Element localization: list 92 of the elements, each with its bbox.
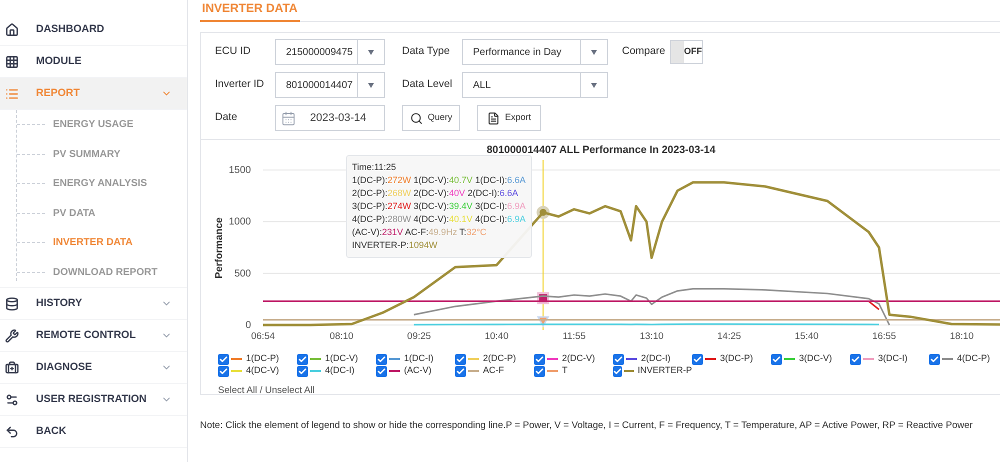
- tick-label: 11:55: [562, 331, 586, 342]
- legend-label[interactable]: 3(DC-P): [720, 352, 753, 366]
- tooltip-text: 1(DC-P):272W 1(DC-V):40.7V 1(DC-I):6.6A: [352, 174, 526, 187]
- tooltip-text: (AC-V):231V AC-F:49.9Hz T:32°C: [352, 226, 488, 239]
- dropdown-arrow-icon: [591, 82, 597, 88]
- tick-label: 18:10: [950, 331, 974, 342]
- tick-label: 15:40: [794, 331, 819, 342]
- legend-checkbox[interactable]: [376, 366, 387, 376]
- calendar-icon: [281, 110, 296, 126]
- field-label: ECU ID: [215, 44, 252, 60]
- legend-label[interactable]: 4(DC-V): [246, 364, 279, 378]
- legend-checkbox[interactable]: [218, 354, 229, 364]
- dropdown-arrow-icon: [368, 50, 374, 54]
- tick-label: 14:25: [717, 331, 742, 342]
- medical-case-icon: [5, 360, 19, 374]
- legend-label[interactable]: 4(DC-P): [957, 352, 990, 366]
- data-point-marker: [536, 316, 550, 328]
- legend-label[interactable]: INVERTER-P: [638, 364, 692, 378]
- database-icon: [5, 296, 19, 310]
- document-icon: [486, 112, 500, 124]
- tick-label: 08:10: [330, 331, 354, 342]
- dropdown-field[interactable]: 801000014407: [275, 72, 385, 98]
- tick-label: 13:10: [640, 331, 664, 342]
- legend-checkbox[interactable]: [692, 354, 703, 364]
- tick-label: 500: [234, 268, 251, 280]
- dropdown-value: 215000009475: [285, 46, 354, 60]
- legend-label[interactable]: 4(DC-I): [325, 364, 354, 378]
- legend-checkbox[interactable]: [376, 354, 387, 364]
- tooltip-text: Time:11:25: [352, 161, 398, 174]
- tooltip-text: INVERTER-P:1094W: [352, 239, 438, 252]
- axis-title: Performance: [214, 217, 225, 279]
- legend-checkbox[interactable]: [850, 354, 861, 364]
- dropdown-arrow-icon: [591, 50, 597, 54]
- legend-checkbox[interactable]: [455, 354, 466, 364]
- field-label: Data Level: [402, 77, 454, 92]
- tick-label: 0: [245, 320, 251, 331]
- field-label: Date: [215, 110, 238, 126]
- legend-label[interactable]: 1(DC-V): [325, 352, 358, 366]
- tick-label: 06:54: [251, 331, 275, 342]
- grid-icon: [5, 54, 19, 68]
- field-label: Inverter ID: [215, 77, 266, 92]
- dropdown-value: ALL: [472, 78, 492, 92]
- dropdown-arrow-icon: [368, 82, 374, 88]
- legend-label[interactable]: 2(DC-V): [562, 352, 595, 366]
- legend-checkbox[interactable]: [534, 366, 545, 376]
- legend-checkbox[interactable]: [613, 354, 624, 364]
- tick-label: 16:55: [872, 331, 896, 342]
- legend-checkbox[interactable]: [297, 366, 308, 376]
- legend-checkbox[interactable]: [455, 366, 466, 376]
- legend-checkbox[interactable]: [929, 354, 940, 364]
- field-label: Data Type: [402, 44, 451, 60]
- dropdown-field[interactable]: 215000009475: [275, 39, 385, 65]
- search-icon: [410, 112, 423, 124]
- home-icon: [5, 22, 19, 36]
- date-field[interactable]: 2023-03-14: [275, 105, 385, 131]
- legend-checkbox[interactable]: [218, 366, 229, 376]
- return-arrow-icon: [5, 424, 19, 438]
- action-button[interactable]: Query: [402, 105, 460, 131]
- legend-label[interactable]: 3(DC-V): [799, 352, 832, 366]
- legend-checkbox[interactable]: [297, 354, 308, 364]
- legend-checkbox[interactable]: [613, 366, 622, 376]
- tooltip-text: 4(DC-P):280W 4(DC-V):40.1V 4(DC-I):6.9A: [352, 213, 526, 226]
- tick-label: 1500: [228, 165, 251, 176]
- data-point-marker: [536, 206, 550, 219]
- legend-label[interactable]: 2(DC-I): [641, 352, 670, 366]
- legend-label[interactable]: 2(DC-P): [483, 352, 516, 366]
- toggle-switch[interactable]: OFF: [670, 40, 703, 64]
- chart-title: 801000014407 ALL Performance In 2023-03-14: [486, 144, 716, 156]
- wrench-icon: [5, 328, 19, 342]
- dropdown-value: 801000014407: [285, 78, 354, 92]
- field-label: Compare: [622, 44, 666, 60]
- legend-label[interactable]: T: [562, 364, 568, 378]
- legend-checkbox[interactable]: [771, 354, 782, 364]
- note-text: Note: Click the element of legend to show or hide the corresponding line.P = Power, V = Voltage, I = Current, F = Frequency, T = Temperature, AP = Active Power, RP = Reactive Power: [200, 419, 974, 433]
- legend-checkbox[interactable]: [534, 354, 545, 364]
- tick-label: 09:25: [407, 331, 431, 342]
- list-icon: [5, 86, 19, 100]
- dropdown-field[interactable]: ALL: [462, 72, 608, 98]
- tooltip-text: 3(DC-P):274W 3(DC-V):39.4V 3(DC-I):6.9A: [352, 200, 526, 213]
- dropdown-value: Performance in Day: [472, 46, 562, 60]
- dropdown-field[interactable]: Performance in Day: [462, 39, 608, 65]
- legend-label[interactable]: 1(DC-I): [404, 352, 434, 366]
- page-title: INVERTER DATA: [200, 0, 300, 22]
- legend-label[interactable]: (AC-V): [404, 364, 432, 378]
- legend-label[interactable]: 1(DC-P): [246, 352, 279, 366]
- tick-label: 1000: [228, 216, 251, 228]
- action-button[interactable]: Export: [477, 105, 541, 131]
- tick-label: 10:40: [484, 331, 508, 342]
- legend-label[interactable]: AC-F: [483, 364, 504, 378]
- tooltip-text: 2(DC-P):268W 2(DC-V):40V 2(DC-I):6.6A: [352, 187, 520, 200]
- select-all-link[interactable]: Select All / Unselect All: [218, 385, 315, 396]
- legend-label[interactable]: 3(DC-I): [878, 352, 908, 366]
